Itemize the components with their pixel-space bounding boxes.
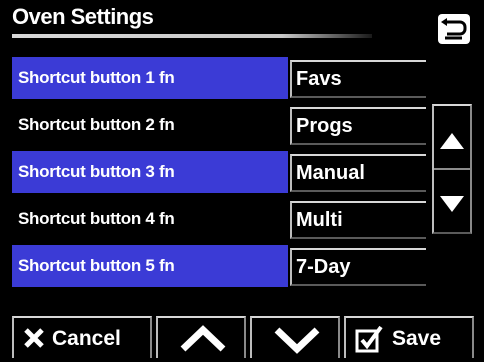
triangle-down-icon[interactable] [438,192,466,216]
save-button[interactable]: Save [344,316,474,358]
setting-value[interactable]: Manual [290,154,426,192]
setting-row-1[interactable]: Shortcut button 1 fn Favs [12,57,426,99]
triangle-up-icon[interactable] [438,130,466,154]
setting-row-3[interactable]: Shortcut button 3 fn Manual [12,151,426,193]
chevron-down-icon [274,327,320,354]
setting-row-4[interactable]: Shortcut button 4 fn Multi [12,198,426,240]
page-title: Oven Settings [12,4,154,29]
cancel-button[interactable]: Cancel [12,316,152,358]
scrollbar[interactable] [432,104,472,234]
setting-value[interactable]: Favs [290,60,426,98]
page-down-button[interactable] [250,316,340,358]
bottom-toolbar: Cancel Save [12,316,474,358]
return-arrow-icon [441,18,467,40]
page-up-button[interactable] [156,316,246,358]
save-label: Save [392,327,442,350]
setting-label: Shortcut button 1 fn [12,57,288,99]
cancel-label: Cancel [52,327,121,350]
setting-label: Shortcut button 3 fn [12,151,288,193]
back-button[interactable] [438,14,470,44]
setting-value[interactable]: Progs [290,107,426,145]
setting-row-5[interactable]: Shortcut button 5 fn 7-Day [12,245,426,287]
setting-label: Shortcut button 2 fn [12,104,288,146]
setting-label: Shortcut button 5 fn [12,245,288,287]
setting-value[interactable]: Multi [290,201,426,239]
x-icon [24,328,44,348]
setting-row-2[interactable]: Shortcut button 2 fn Progs [12,104,426,146]
scrollbar-divider [434,168,470,170]
checkbox-check-icon [355,325,383,353]
oven-settings-screen: Oven Settings Shortcut button 1 fn Favs … [0,0,484,362]
chevron-up-icon [180,325,226,352]
setting-label: Shortcut button 4 fn [12,198,288,240]
title-underline [12,34,372,38]
setting-value[interactable]: 7-Day [290,248,426,286]
